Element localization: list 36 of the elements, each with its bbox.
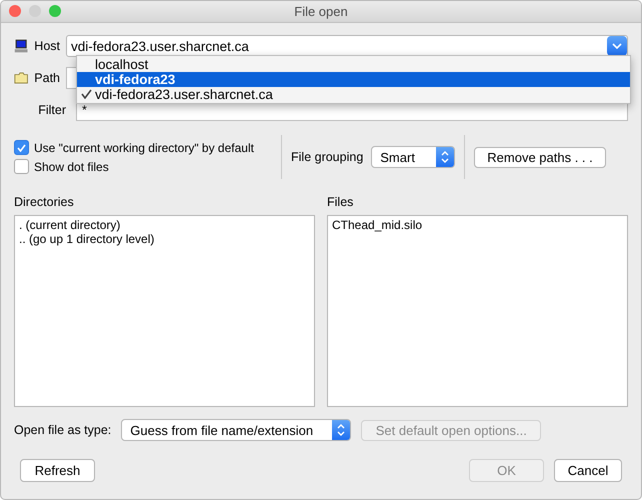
updown-icon	[337, 424, 346, 436]
updown-icon	[441, 151, 450, 163]
menu-item[interactable]: vdi-fedora23.user.sharcnet.ca	[77, 87, 630, 102]
checkmark-icon	[17, 144, 26, 152]
close-button[interactable]	[9, 5, 21, 17]
files-label: Files	[327, 195, 354, 209]
host-combobox[interactable]: vdi-fedora23.user.sharcnet.ca	[66, 35, 628, 57]
checkbox-label: Use "current working directory" by default	[34, 140, 254, 154]
path-label: Path	[34, 71, 60, 85]
files-list[interactable]: CThead_mid.silo	[327, 215, 628, 407]
remove-paths-button[interactable]: Remove paths . . .	[474, 146, 606, 168]
file-grouping-select[interactable]: Smart	[371, 146, 456, 168]
checkmark-icon	[81, 89, 92, 99]
chevron-down-icon	[612, 43, 622, 49]
checkbox[interactable]	[14, 140, 29, 155]
directories-label: Directories	[14, 195, 75, 209]
menu-item[interactable]: vdi-fedora23	[77, 72, 630, 87]
host-label: Host	[34, 39, 60, 53]
list-item[interactable]: . (current directory)	[19, 218, 310, 232]
zoom-button[interactable]	[49, 5, 61, 17]
directories-list[interactable]: . (current directory) .. (go up 1 directory level)	[14, 215, 315, 407]
checkbox-label: Show dot files	[34, 160, 109, 174]
menu-item[interactable]: localhost	[77, 57, 630, 72]
filter-label: Filter	[37, 103, 67, 117]
file-type-select[interactable]: Guess from file name/extension	[121, 419, 352, 441]
folder-icon	[14, 71, 28, 85]
minimize-button[interactable]	[29, 5, 41, 17]
file-grouping-label: File grouping	[291, 150, 364, 164]
dialog-button[interactable]: Cancel	[554, 459, 622, 482]
monitor-icon	[14, 37, 28, 55]
window-title: File open	[294, 4, 348, 19]
list-item[interactable]: CThead_mid.silo	[332, 218, 623, 232]
dialog-button[interactable]: Refresh	[20, 459, 95, 482]
checkbox[interactable]	[14, 159, 29, 174]
open-as-label: Open file as type:	[14, 423, 112, 437]
list-item[interactable]: .. (go up 1 directory level)	[19, 232, 310, 246]
